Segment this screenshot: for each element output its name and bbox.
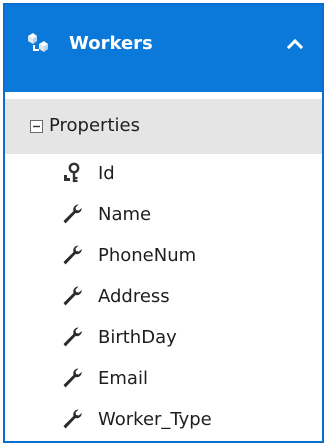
property-label: Id bbox=[98, 163, 115, 184]
chevron-up-icon[interactable] bbox=[284, 33, 306, 55]
property-label: Email bbox=[98, 368, 148, 389]
wrench-icon bbox=[63, 204, 82, 224]
entity-icon bbox=[28, 33, 48, 52]
property-label: Name bbox=[98, 204, 152, 225]
entity-header[interactable]: Workers bbox=[5, 5, 322, 92]
properties-section-label: Properties bbox=[49, 115, 140, 136]
wrench-icon bbox=[63, 409, 82, 429]
property-label: Address bbox=[98, 286, 170, 307]
wrench-icon bbox=[63, 286, 82, 306]
property-label: PhoneNum bbox=[98, 245, 197, 266]
property-row-address[interactable]: Address bbox=[5, 277, 322, 318]
property-row-name[interactable]: Name bbox=[5, 195, 322, 236]
property-label: BirthDay bbox=[98, 327, 177, 348]
wrench-icon bbox=[63, 327, 82, 347]
property-row-email[interactable]: Email bbox=[5, 359, 322, 400]
property-label: Worker_Type bbox=[98, 409, 212, 430]
properties-section-header[interactable]: Properties bbox=[5, 99, 322, 154]
entity-body: Properties Id Name PhoneNum Address Birt… bbox=[5, 92, 322, 441]
property-row-id[interactable]: Id bbox=[5, 154, 322, 195]
property-row-phonenum[interactable]: PhoneNum bbox=[5, 236, 322, 277]
entity-box[interactable]: Workers Properties Id Name PhoneNum Addr… bbox=[3, 3, 324, 443]
property-list: Id Name PhoneNum Address BirthDay Email … bbox=[5, 154, 322, 441]
key-icon bbox=[64, 162, 80, 183]
entity-title: Workers bbox=[69, 33, 153, 54]
property-row-birthday[interactable]: BirthDay bbox=[5, 318, 322, 359]
wrench-icon bbox=[63, 245, 82, 265]
collapse-minus-icon[interactable] bbox=[30, 120, 43, 133]
wrench-icon bbox=[63, 368, 82, 388]
property-row-worker-type[interactable]: Worker_Type bbox=[5, 400, 322, 441]
